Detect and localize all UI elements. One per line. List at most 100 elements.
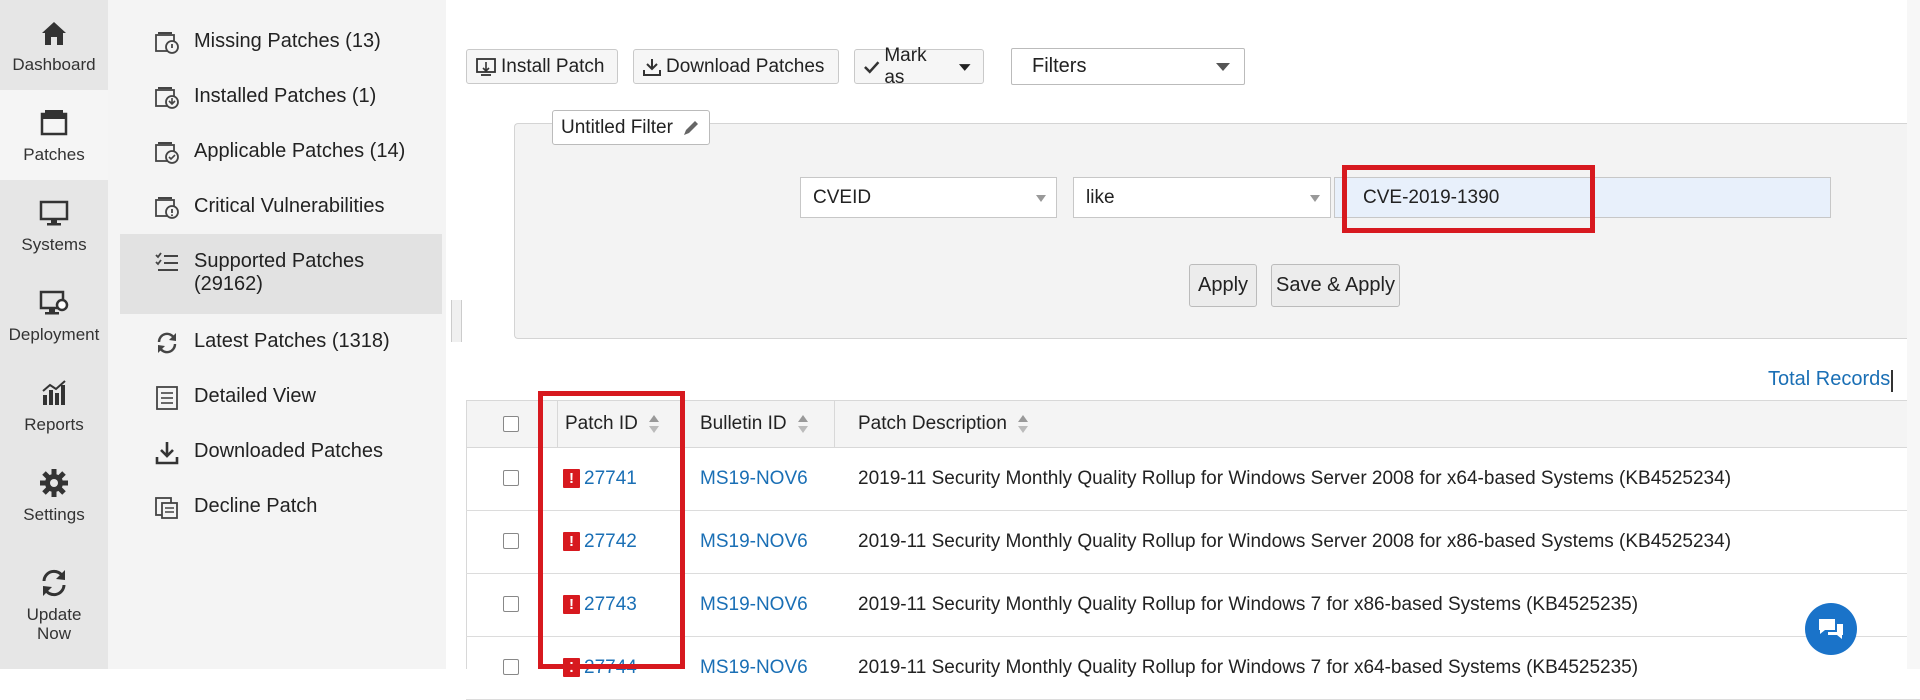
patches-icon bbox=[40, 109, 68, 135]
critical-icon: ! bbox=[563, 658, 580, 677]
icon-rail: Dashboard Patches Systems Deployment Rep… bbox=[0, 0, 108, 669]
bulletin-id-link[interactable]: MS19-NOV6 bbox=[700, 447, 808, 510]
patch-id-link[interactable]: 27742 bbox=[584, 531, 637, 553]
filter-operator-select[interactable]: like bbox=[1073, 177, 1331, 218]
sidebar-item-label: Critical Vulnerabilities bbox=[194, 195, 385, 217]
table-row[interactable]: ! 27743 MS19-NOV6 2019-11 Security Monthl… bbox=[466, 573, 1920, 637]
table-row[interactable]: ! 27744 MS19-NOV6 2019-11 Security Monthl… bbox=[466, 636, 1920, 700]
table-header: Patch ID Bulletin ID Patch Description bbox=[466, 400, 1920, 448]
row-checkbox[interactable] bbox=[503, 659, 519, 675]
bulletin-id-link[interactable]: MS19-NOV6 bbox=[700, 573, 808, 636]
scrollbar[interactable] bbox=[1907, 0, 1920, 669]
rail-item-update-now[interactable]: Update Now bbox=[0, 555, 108, 655]
sidebar-item-decline-patch[interactable]: Decline Patch bbox=[120, 495, 442, 521]
gear-icon bbox=[40, 468, 68, 497]
filter-value-input[interactable] bbox=[1334, 177, 1831, 218]
monitor-icon bbox=[39, 200, 69, 225]
patch-description: 2019-11 Security Monthly Quality Rollup … bbox=[858, 593, 1639, 615]
install-patch-label: Install Patch bbox=[501, 55, 605, 77]
rail-label: Patches bbox=[23, 144, 85, 164]
sidebar-item-label: Detailed View bbox=[194, 385, 316, 407]
home-icon bbox=[42, 21, 66, 45]
bulletin-id-link[interactable]: MS19-NOV6 bbox=[700, 636, 808, 699]
sort-icon bbox=[648, 415, 659, 433]
sort-icon bbox=[1017, 415, 1028, 433]
column-header-bulletin-id[interactable]: Bulletin ID bbox=[700, 401, 809, 447]
filter-operator-value: like bbox=[1086, 186, 1115, 208]
patches-sidebar: Missing Patches (13) Installed Patches (… bbox=[108, 0, 446, 669]
filter-field-select[interactable]: CVEID bbox=[800, 177, 1057, 218]
sidebar-item-latest-patches[interactable]: Latest Patches (1318) bbox=[120, 330, 442, 356]
sidebar-item-label: Latest Patches (1318) bbox=[194, 330, 390, 352]
mark-as-button[interactable]: Mark as bbox=[854, 45, 984, 88]
download-patches-label: Download Patches bbox=[666, 55, 825, 77]
sidebar-item-label: Supported Patches (29162) bbox=[194, 250, 364, 296]
sidebar-item-installed-patches[interactable]: Installed Patches (1) bbox=[120, 85, 442, 111]
chat-button[interactable] bbox=[1805, 603, 1857, 655]
patch-description: 2019-11 Security Monthly Quality Rollup … bbox=[858, 530, 1732, 552]
rail-label: Update Now bbox=[26, 605, 82, 643]
sort-icon bbox=[797, 415, 808, 433]
column-header-label: Bulletin ID bbox=[700, 413, 787, 434]
list-icon bbox=[156, 386, 178, 410]
chevron-down-icon bbox=[1216, 63, 1230, 71]
rail-item-dashboard[interactable]: Dashboard bbox=[0, 0, 108, 90]
critical-vulnerabilities-icon bbox=[155, 197, 179, 219]
rail-item-patches[interactable]: Patches bbox=[0, 90, 108, 180]
chevron-down-icon bbox=[1310, 195, 1320, 202]
filter-field-value: CVEID bbox=[813, 186, 872, 208]
critical-icon: ! bbox=[563, 595, 580, 614]
rail-item-reports[interactable]: Reports bbox=[0, 360, 108, 450]
column-divider bbox=[557, 401, 558, 447]
decline-icon bbox=[155, 497, 178, 519]
pencil-icon[interactable] bbox=[681, 118, 701, 138]
download-patches-button[interactable]: Download Patches bbox=[633, 49, 839, 84]
refresh-icon bbox=[42, 569, 66, 597]
filter-name-tag[interactable]: Untitled Filter bbox=[552, 110, 710, 145]
sidebar-item-label: Decline Patch bbox=[194, 495, 318, 517]
install-icon bbox=[476, 57, 496, 76]
sidebar-item-supported-patches[interactable]: Supported Patches (29162) bbox=[120, 234, 442, 314]
deployment-icon bbox=[39, 290, 69, 314]
rail-item-systems[interactable]: Systems bbox=[0, 180, 108, 270]
patch-id-link[interactable]: 27744 bbox=[584, 657, 637, 679]
rail-label: Settings bbox=[23, 504, 85, 524]
select-all-checkbox[interactable] bbox=[503, 416, 519, 432]
rail-label: Dashboard bbox=[12, 54, 96, 74]
save-apply-button[interactable]: Save & Apply bbox=[1271, 264, 1400, 307]
install-patch-button[interactable]: Install Patch bbox=[466, 49, 618, 84]
sidebar-item-critical-vulnerabilities[interactable]: Critical Vulnerabilities bbox=[120, 195, 442, 221]
filters-select[interactable]: Filters bbox=[1011, 48, 1245, 85]
patch-id-link[interactable]: 27741 bbox=[584, 468, 637, 490]
apply-button[interactable]: Apply bbox=[1189, 264, 1257, 307]
sidebar-item-missing-patches[interactable]: Missing Patches (13) bbox=[120, 30, 442, 56]
rail-item-settings[interactable]: Settings bbox=[0, 450, 108, 540]
patch-id-link[interactable]: 27743 bbox=[584, 594, 637, 616]
sidebar-item-downloaded-patches[interactable]: Downloaded Patches bbox=[120, 440, 442, 466]
sidebar-item-applicable-patches[interactable]: Applicable Patches (14) bbox=[120, 140, 442, 166]
patch-description: 2019-11 Security Monthly Quality Rollup … bbox=[858, 656, 1639, 678]
bulletin-id-link[interactable]: MS19-NOV6 bbox=[700, 510, 808, 573]
sidebar-item-label: Missing Patches (13) bbox=[194, 30, 381, 52]
refresh-icon bbox=[157, 332, 177, 354]
download-icon bbox=[155, 442, 179, 465]
sidebar-collapse-handle[interactable] bbox=[451, 300, 462, 342]
sidebar-item-label-line1: Supported Patches bbox=[194, 250, 365, 272]
table-row[interactable]: ! 27742 MS19-NOV6 2019-11 Security Monthl… bbox=[466, 510, 1920, 574]
row-checkbox[interactable] bbox=[503, 533, 519, 549]
total-records-label: Total Records bbox=[1768, 368, 1891, 390]
reports-icon bbox=[42, 379, 66, 405]
applicable-patches-icon bbox=[155, 142, 179, 164]
chat-icon bbox=[1819, 619, 1843, 639]
row-checkbox[interactable] bbox=[503, 596, 519, 612]
total-records-divider bbox=[1891, 370, 1893, 392]
table-row[interactable]: ! 27741 MS19-NOV6 2019-11 Security Monthl… bbox=[466, 447, 1920, 511]
column-divider bbox=[683, 401, 684, 447]
column-header-patch-id[interactable]: Patch ID bbox=[565, 401, 660, 447]
sidebar-item-detailed-view[interactable]: Detailed View bbox=[120, 385, 442, 411]
rail-item-deployment[interactable]: Deployment bbox=[0, 270, 108, 360]
column-header-patch-description[interactable]: Patch Description bbox=[858, 401, 1029, 447]
row-checkbox[interactable] bbox=[503, 470, 519, 486]
column-header-label: Patch ID bbox=[565, 413, 638, 434]
check-icon bbox=[864, 60, 880, 74]
